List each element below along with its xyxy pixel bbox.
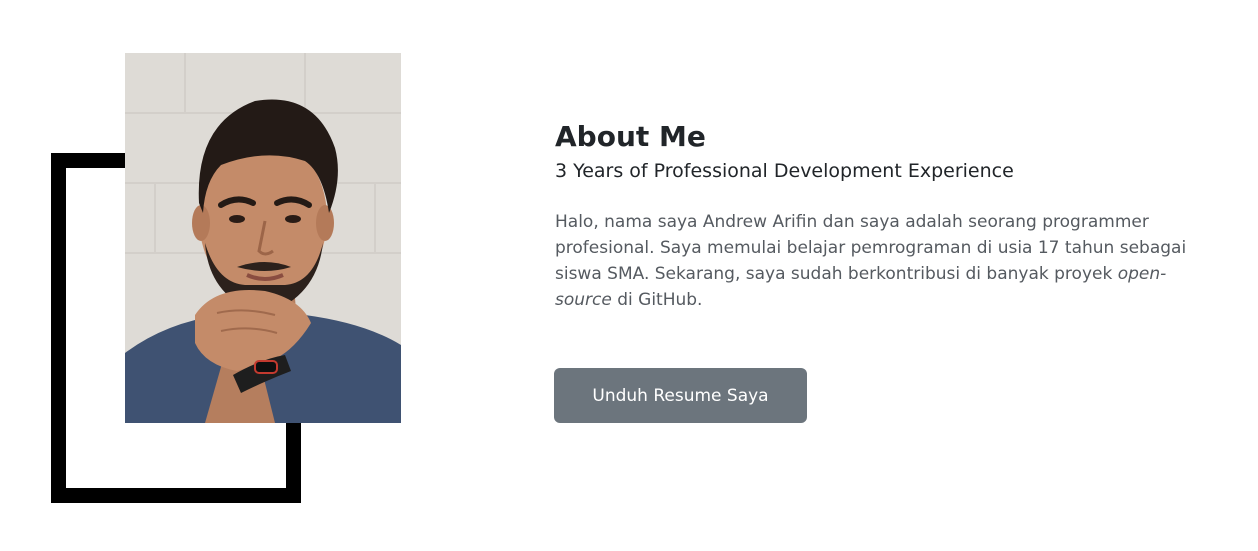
about-title: About Me	[555, 120, 706, 153]
bio-text-part1: Halo, nama saya Andrew Arifin dan saya a…	[555, 212, 1187, 284]
download-resume-button[interactable]: Unduh Resume Saya	[554, 368, 807, 423]
profile-photo	[125, 53, 401, 423]
about-bio: Halo, nama saya Andrew Arifin dan saya a…	[555, 209, 1215, 313]
about-section: About Me 3 Years of Professional Develop…	[555, 118, 1215, 313]
about-subtitle: 3 Years of Professional Development Expe…	[555, 160, 1014, 182]
bio-text-part2: di GitHub.	[611, 290, 703, 310]
